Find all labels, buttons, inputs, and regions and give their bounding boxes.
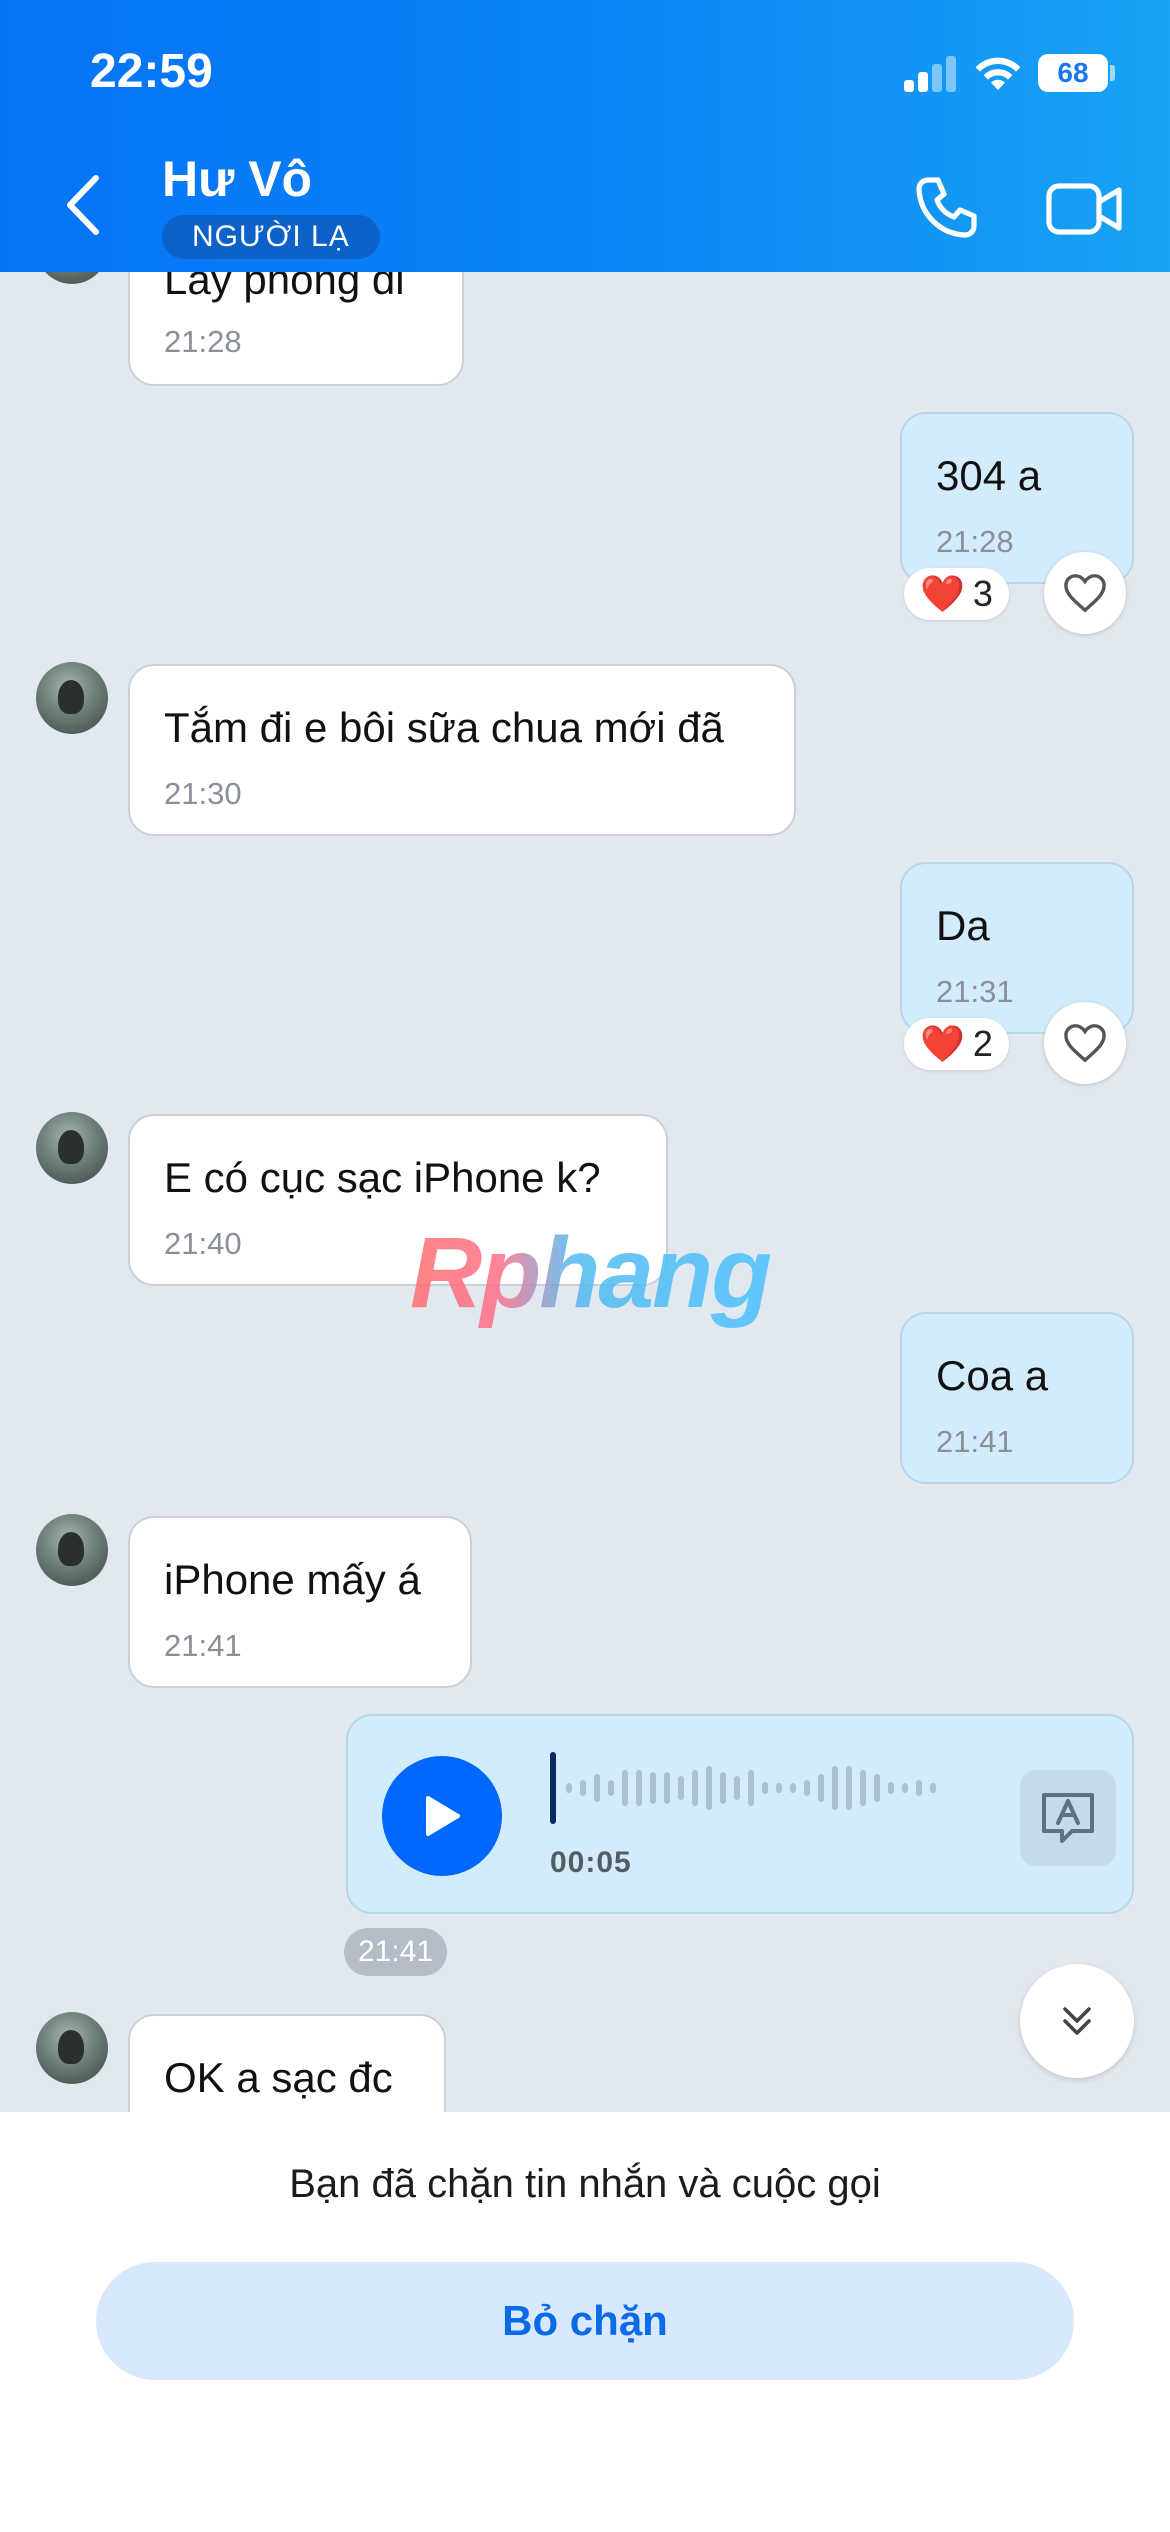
contact-name[interactable]: Hư Vô [162, 150, 312, 208]
battery-tip [1110, 65, 1115, 81]
chevron-left-icon [67, 175, 99, 235]
wifi-icon [975, 57, 1021, 90]
double-chevron-down-icon [1063, 2007, 1091, 2035]
video-call-button[interactable] [1045, 176, 1125, 242]
message-time: 21:30 [164, 776, 242, 811]
transcribe-button[interactable] [1020, 1770, 1116, 1866]
chat-header: 22:59 68 Hư Vô NGƯỜI LẠ [0, 0, 1170, 272]
message-text: Da [936, 902, 990, 949]
reaction-count: 3 [972, 573, 993, 614]
react-heart-button[interactable] [1044, 1002, 1126, 1084]
avatar[interactable] [36, 2012, 108, 2084]
unblock-button[interactable]: Bỏ chặn [96, 2262, 1074, 2380]
status-time: 22:59 [90, 45, 213, 98]
waveform [550, 1752, 936, 1824]
message-time: 21:28 [936, 524, 1014, 559]
heart-emoji-icon: ❤️ [920, 1023, 965, 1064]
avatar[interactable] [36, 1112, 108, 1184]
heart-emoji-icon: ❤️ [920, 573, 965, 614]
message-text: iPhone mấy á [164, 1556, 421, 1603]
message-text: E có cục sạc iPhone k? [164, 1154, 601, 1201]
reaction-badge[interactable]: ❤️ 2 [904, 1018, 1009, 1070]
message-time: 21:41 [936, 1424, 1014, 1459]
scroll-to-bottom-button[interactable] [1020, 1964, 1134, 2078]
blocked-panel: Bạn đã chặn tin nhắn và cuộc gọi Bỏ chặn [0, 2112, 1170, 2532]
voice-message-time: 21:41 [344, 1928, 448, 1976]
message-time: 21:31 [936, 974, 1014, 1009]
message-text: Tắm đi e bôi sữa chua mới đã [164, 704, 724, 751]
react-heart-button[interactable] [1044, 552, 1126, 634]
stranger-badge: NGƯỜI LẠ [162, 215, 380, 259]
message-time: 21:41 [164, 1628, 242, 1663]
voice-message-bubble[interactable]: 00:05 [346, 1714, 1134, 1914]
voice-duration: 00:05 [550, 1846, 632, 1879]
blocked-notice: Bạn đã chặn tin nhắn và cuộc gọi [289, 2162, 881, 2206]
phone-icon [916, 177, 977, 238]
message-text: Coa a [936, 1352, 1049, 1399]
avatar[interactable] [36, 1514, 108, 1586]
cellular-signal-icon [904, 56, 958, 92]
watermark-logo: Rphang [410, 1217, 772, 1329]
message-bubble-incoming[interactable]: iPhone mấy á 21:41 [128, 1516, 472, 1688]
avatar[interactable] [36, 662, 108, 734]
message-bubble-outgoing[interactable]: Coa a 21:41 [900, 1312, 1134, 1484]
heart-outline-icon [1064, 1024, 1106, 1063]
heart-outline-icon [1064, 574, 1106, 613]
back-button[interactable] [60, 170, 110, 240]
speech-to-text-icon [1042, 1793, 1094, 1843]
battery-indicator: 68 [1038, 54, 1108, 92]
play-icon [426, 1796, 460, 1836]
reaction-badge[interactable]: ❤️ 3 [904, 568, 1009, 620]
message-text: 304 a [936, 452, 1042, 499]
voice-call-button[interactable] [910, 172, 982, 244]
play-button[interactable] [382, 1756, 502, 1876]
message-bubble-incoming[interactable]: Tắm đi e bôi sữa chua mới đã 21:30 [128, 664, 796, 836]
video-camera-icon [1046, 183, 1122, 235]
message-time: 21:40 [164, 1226, 242, 1261]
message-time: 21:28 [164, 324, 242, 359]
message-text: OK a sạc đc [164, 2054, 393, 2101]
reaction-count: 2 [972, 1023, 993, 1064]
